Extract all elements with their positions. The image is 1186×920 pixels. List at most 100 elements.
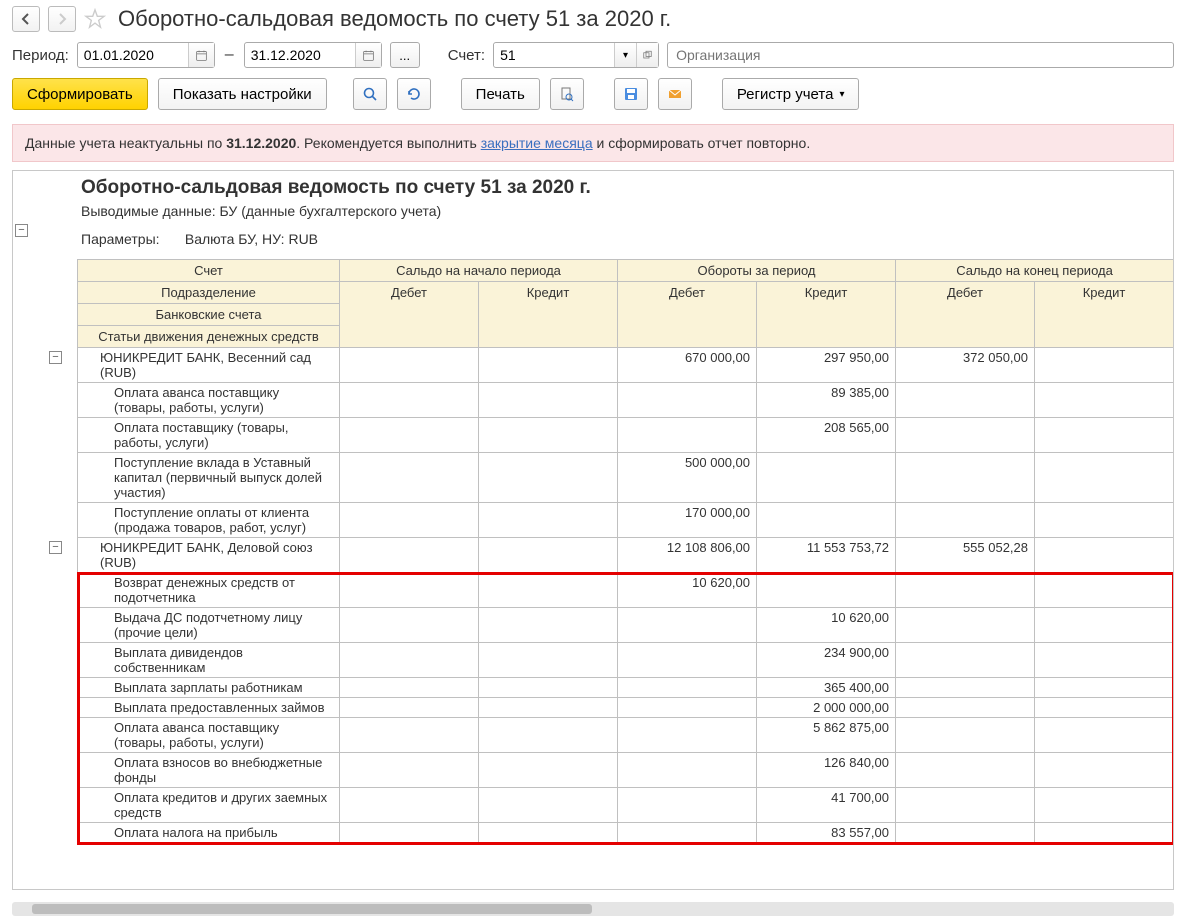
hdr-dt-1: Дебет	[340, 282, 479, 348]
row-value	[896, 418, 1035, 453]
table-row[interactable]: Возврат денежных средств от подотчетника…	[78, 573, 1174, 608]
row-value	[618, 608, 757, 643]
table-row[interactable]: ЮНИКРЕДИТ БАНК, Весенний сад (RUB)670 00…	[78, 348, 1174, 383]
row-value: 89 385,00	[757, 383, 896, 418]
row-name: Оплата аванса поставщику (товары, работы…	[78, 718, 340, 753]
row-value	[1035, 538, 1174, 573]
register-button[interactable]: Регистр учета ▾	[722, 78, 860, 110]
row-value	[896, 678, 1035, 698]
report-area[interactable]: Оборотно-сальдовая ведомость по счету 51…	[12, 170, 1174, 890]
report-parameters: Параметры: Валюта БУ, НУ: RUB	[77, 221, 1174, 259]
row-value	[340, 678, 479, 698]
form-button[interactable]: Сформировать	[12, 78, 148, 110]
row-value: 10 620,00	[618, 573, 757, 608]
refresh-button[interactable]	[397, 78, 431, 110]
warning-pre: Данные учета неактуальны по	[25, 135, 226, 151]
account-field-wrap: ▾	[493, 42, 659, 68]
close-month-link[interactable]: закрытие месяца	[481, 135, 593, 151]
period-label: Период:	[12, 47, 69, 64]
row-name: ЮНИКРЕДИТ БАНК, Весенний сад (RUB)	[78, 348, 340, 383]
row-value	[340, 503, 479, 538]
warning-mid: . Рекомендуется выполнить	[296, 135, 480, 151]
period-from-wrap	[77, 42, 215, 68]
row-value: 12 108 806,00	[618, 538, 757, 573]
row-name: Поступление оплаты от клиента (продажа т…	[78, 503, 340, 538]
period-from-calendar-button[interactable]	[188, 43, 214, 67]
table-row[interactable]: Оплата налога на прибыль83 557,00	[78, 823, 1174, 843]
table-row[interactable]: Выплата предоставленных займов2 000 000,…	[78, 698, 1174, 718]
account-dropdown-button[interactable]: ▾	[614, 43, 636, 67]
hdr-dt-3: Дебет	[896, 282, 1035, 348]
hdr-dept: Подразделение	[78, 282, 340, 304]
tree-toggle[interactable]	[49, 541, 62, 554]
scrollbar-thumb[interactable]	[32, 904, 592, 914]
row-value	[618, 823, 757, 843]
row-value	[896, 643, 1035, 678]
table-row[interactable]: Оплата взносов во внебюджетные фонды126 …	[78, 753, 1174, 788]
row-value	[479, 573, 618, 608]
show-settings-button[interactable]: Показать настройки	[158, 78, 327, 110]
search-button[interactable]	[353, 78, 387, 110]
table-row[interactable]: Поступление оплаты от клиента (продажа т…	[78, 503, 1174, 538]
row-value	[1035, 643, 1174, 678]
row-value	[479, 643, 618, 678]
print-preview-button[interactable]	[550, 78, 584, 110]
row-value: 10 620,00	[757, 608, 896, 643]
period-to-input[interactable]	[245, 44, 355, 66]
nav-back-button[interactable]	[12, 6, 40, 32]
nav-forward-button[interactable]	[48, 6, 76, 32]
table-row[interactable]: ЮНИКРЕДИТ БАНК, Деловой союз (RUB) 12 108…	[78, 538, 1174, 573]
row-value	[479, 608, 618, 643]
row-name: Возврат денежных средств от подотчетника	[78, 573, 340, 608]
table-row[interactable]: Оплата кредитов и других заемных средств…	[78, 788, 1174, 823]
row-name: Выплата зарплаты работникам	[78, 678, 340, 698]
row-value	[340, 538, 479, 573]
table-row[interactable]: Выдача ДС подотчетному лицу (прочие цели…	[78, 608, 1174, 643]
account-input[interactable]	[494, 44, 614, 66]
table-row[interactable]: Поступление вклада в Уставный капитал (п…	[78, 453, 1174, 503]
row-value	[896, 608, 1035, 643]
row-value	[896, 823, 1035, 843]
period-to-wrap	[244, 42, 382, 68]
tree-toggle[interactable]	[15, 224, 28, 237]
account-open-button[interactable]	[636, 43, 658, 67]
warning-date: 31.12.2020	[226, 135, 296, 151]
table-row[interactable]: Оплата аванса поставщику (товары, работы…	[78, 718, 1174, 753]
hdr-kt-1: Кредит	[479, 282, 618, 348]
warning-bar: Данные учета неактуальны по 31.12.2020. …	[12, 124, 1174, 162]
table-row[interactable]: Оплата поставщику (товары, работы, услуг…	[78, 418, 1174, 453]
row-value	[1035, 678, 1174, 698]
param-value: Валюта БУ, НУ: RUB	[185, 231, 318, 247]
period-dash: –	[223, 46, 236, 64]
hdr-start: Сальдо на начало периода	[340, 260, 618, 282]
period-select-button[interactable]: ...	[390, 42, 420, 68]
row-value	[618, 788, 757, 823]
table-row[interactable]: Выплата дивидендов собственникам234 900,…	[78, 643, 1174, 678]
print-button[interactable]: Печать	[461, 78, 540, 110]
email-button[interactable]	[658, 78, 692, 110]
row-value	[479, 718, 618, 753]
row-value	[618, 643, 757, 678]
row-value: 126 840,00	[757, 753, 896, 788]
favorite-star-icon[interactable]	[84, 8, 106, 30]
row-value	[479, 823, 618, 843]
organization-input[interactable]	[667, 42, 1174, 68]
tree-toggle[interactable]	[49, 351, 62, 364]
row-value: 297 950,00	[757, 348, 896, 383]
period-from-input[interactable]	[78, 44, 188, 66]
account-label: Счет:	[448, 47, 485, 64]
table-row[interactable]: Оплата аванса поставщику (товары, работы…	[78, 383, 1174, 418]
horizontal-scrollbar[interactable]	[12, 902, 1174, 916]
hdr-end: Сальдо на конец периода	[896, 260, 1174, 282]
row-value	[340, 608, 479, 643]
row-value	[479, 698, 618, 718]
envelope-icon	[667, 86, 683, 102]
row-name: ЮНИКРЕДИТ БАНК, Деловой союз (RUB)	[78, 538, 340, 573]
hdr-turn: Обороты за период	[618, 260, 896, 282]
document-search-icon	[559, 86, 575, 102]
row-value	[618, 383, 757, 418]
save-button[interactable]	[614, 78, 648, 110]
table-row[interactable]: Выплата зарплаты работникам365 400,00	[78, 678, 1174, 698]
period-to-calendar-button[interactable]	[355, 43, 381, 67]
row-value	[757, 503, 896, 538]
